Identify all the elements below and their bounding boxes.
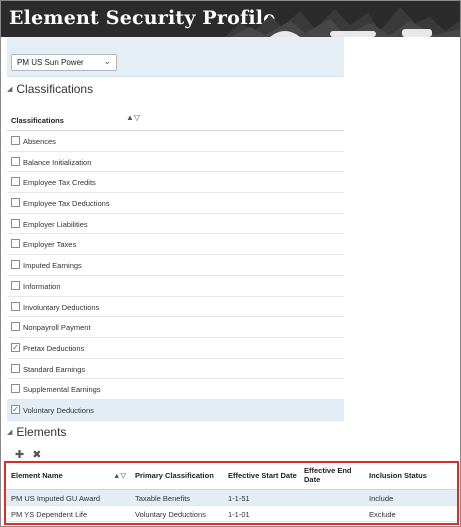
classification-checkbox[interactable] xyxy=(11,363,20,373)
column-header-effective-start-date[interactable]: Effective Start Date xyxy=(228,471,297,480)
collapse-triangle-icon: ◢ xyxy=(7,429,13,436)
classification-row[interactable]: Supplemental Earnings xyxy=(7,379,344,400)
elements-table: Element Name ▲▽ Primary Classification E… xyxy=(6,463,457,522)
header-decoration xyxy=(210,7,460,37)
sort-arrows-icon[interactable]: ▲▽ xyxy=(126,113,140,122)
classifications-column-header: Classifications xyxy=(11,116,64,125)
classifications-section-header[interactable]: ◢ Classifications xyxy=(7,82,93,100)
security-profile-value: PM US Sun Power xyxy=(17,58,84,67)
classification-row[interactable]: Employee Tax Credits xyxy=(7,172,344,194)
classification-label: Standard Earnings xyxy=(23,364,86,374)
elements-title: Elements xyxy=(16,425,67,439)
cell-effective-start-date: 1-1-01 xyxy=(228,510,250,519)
security-profile-panel: PM US Sun Power ⌄ xyxy=(7,37,344,77)
classification-checkbox[interactable] xyxy=(11,239,20,249)
classification-label: Employer Taxes xyxy=(23,240,77,250)
classification-row[interactable]: ✓ Voluntary Deductions xyxy=(7,399,344,421)
elements-toolbar: ✚ ✖ xyxy=(15,448,49,461)
classification-row[interactable]: Balance Initialization xyxy=(7,152,344,173)
classification-row[interactable]: Nonpayroll Payment xyxy=(7,317,344,338)
chevron-down-icon: ⌄ xyxy=(103,56,111,66)
classification-checkbox[interactable] xyxy=(11,260,20,270)
table-row[interactable]: PM YS Dependent Life Voluntary Deduction… xyxy=(6,506,457,522)
classification-label: Employer Liabilities xyxy=(23,219,88,229)
column-header-effective-end-date[interactable]: Effective End Date xyxy=(304,466,359,484)
classification-label: Imputed Earnings xyxy=(23,261,82,271)
classification-label: Employee Tax Deductions xyxy=(23,199,110,209)
classification-row[interactable]: Employee Tax Deductions xyxy=(7,193,344,214)
cell-inclusion-status: Exclude xyxy=(369,510,396,519)
classification-checkbox[interactable] xyxy=(11,136,20,145)
table-row[interactable]: PM US Imputed GU Award Taxable Benefits … xyxy=(6,490,457,506)
classifications-title: Classifications xyxy=(16,82,94,96)
classifications-table: Classifications ▲▽ Absences Balance Initi… xyxy=(7,111,344,421)
classification-label: Supplemental Earnings xyxy=(23,385,101,395)
classification-label: Nonpayroll Payment xyxy=(23,323,91,333)
classification-label: Involuntary Deductions xyxy=(23,302,100,312)
classification-checkbox[interactable]: ✓ xyxy=(11,404,20,414)
classification-checkbox[interactable] xyxy=(11,322,20,332)
elements-table-highlight: Element Name ▲▽ Primary Classification E… xyxy=(4,461,459,525)
classification-checkbox[interactable] xyxy=(11,218,20,228)
classification-checkbox[interactable] xyxy=(11,280,20,290)
cell-primary-classification: Taxable Benefits xyxy=(135,494,191,503)
security-profile-select[interactable]: PM US Sun Power ⌄ xyxy=(11,54,117,71)
delete-icon[interactable]: ✖ xyxy=(32,449,41,461)
classification-label: Pretax Deductions xyxy=(23,343,85,353)
classification-row[interactable]: Employer Taxes xyxy=(7,234,344,256)
classification-checkbox[interactable] xyxy=(11,156,20,166)
classification-label: Balance Initialization xyxy=(23,157,92,167)
classification-row[interactable]: Absences xyxy=(7,131,344,152)
classification-label: Voluntary Deductions xyxy=(23,405,94,415)
classification-row[interactable]: Employer Liabilities xyxy=(7,214,344,235)
classification-checkbox[interactable] xyxy=(11,177,20,187)
cell-effective-start-date: 1-1-51 xyxy=(228,494,250,503)
collapse-triangle-icon: ◢ xyxy=(7,86,13,93)
cell-inclusion-status: Include xyxy=(369,494,394,503)
cell-primary-classification: Voluntary Deductions xyxy=(135,510,206,519)
elements-section-header[interactable]: ◢ Elements xyxy=(7,425,66,443)
column-header-inclusion-status[interactable]: Inclusion Status xyxy=(369,471,427,480)
classification-checkbox[interactable] xyxy=(11,301,20,311)
cell-element-name: PM US Imputed GU Award xyxy=(11,494,101,503)
classifications-table-header: Classifications ▲▽ xyxy=(7,111,344,131)
classification-label: Absences xyxy=(23,137,56,146)
classification-row[interactable]: Involuntary Deductions xyxy=(7,297,344,318)
classification-label: Information xyxy=(23,281,61,291)
classification-checkbox[interactable]: ✓ xyxy=(11,342,20,352)
classification-row[interactable]: ✓ Pretax Deductions xyxy=(7,338,344,359)
page-header: Element Security Profile xyxy=(1,1,460,37)
classification-checkbox[interactable] xyxy=(11,198,20,208)
classification-row[interactable]: Imputed Earnings xyxy=(7,255,344,276)
window: Element Security Profile PM US Sun Power… xyxy=(0,0,461,527)
classification-row[interactable]: Standard Earnings xyxy=(7,359,344,380)
sort-arrows-icon[interactable]: ▲▽ xyxy=(113,471,126,480)
elements-table-header: Element Name ▲▽ Primary Classification E… xyxy=(6,463,457,490)
classification-checkbox[interactable] xyxy=(11,384,20,394)
column-header-primary-classification[interactable]: Primary Classification xyxy=(135,471,214,480)
column-header-element-name[interactable]: Element Name xyxy=(11,471,63,480)
add-icon[interactable]: ✚ xyxy=(15,449,24,461)
cell-element-name: PM YS Dependent Life xyxy=(11,510,88,519)
classification-row[interactable]: Information xyxy=(7,276,344,297)
classification-label: Employee Tax Credits xyxy=(23,178,96,188)
